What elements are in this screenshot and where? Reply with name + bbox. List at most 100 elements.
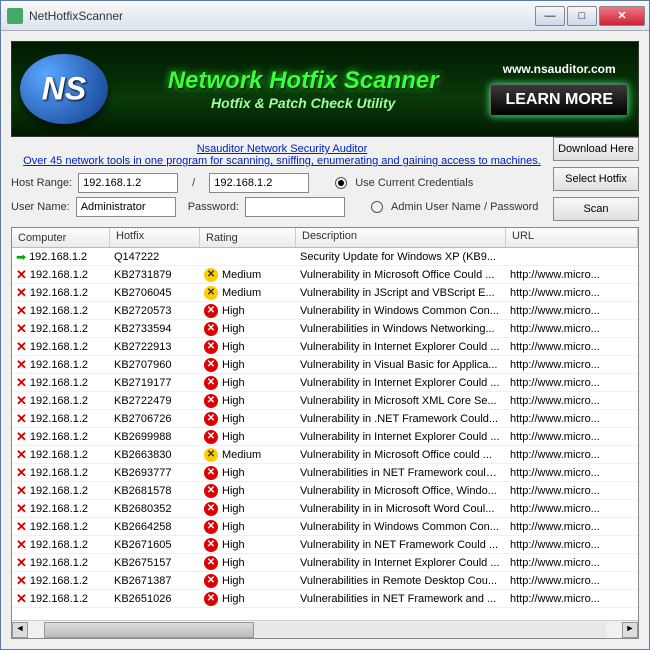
titlebar[interactable]: NetHotfixScanner — □ ✕ bbox=[1, 1, 649, 31]
cell-url: http://www.micro... bbox=[506, 593, 638, 605]
scroll-left-icon[interactable]: ◄ bbox=[12, 622, 28, 638]
cell-url: http://www.micro... bbox=[506, 305, 638, 317]
user-name-label: User Name: bbox=[11, 201, 70, 213]
select-hotfix-button[interactable]: Select Hotfix bbox=[553, 167, 639, 191]
cell-description: Vulnerabilities in NET Framework could .… bbox=[296, 467, 506, 479]
cell-computer: 192.168.1.2 bbox=[30, 557, 88, 569]
cell-description: Vulnerability in Internet Explorer Could… bbox=[296, 377, 506, 389]
rating-high-icon: ✕ bbox=[204, 322, 218, 336]
cell-description: Vulnerability in in Microsoft Word Coul.… bbox=[296, 503, 506, 515]
status-missing-icon: ✕ bbox=[16, 502, 27, 515]
rating-label: Medium bbox=[222, 287, 261, 299]
table-row[interactable]: ✕192.168.1.2KB2731879✕MediumVulnerabilit… bbox=[12, 266, 638, 284]
cell-url: http://www.micro... bbox=[506, 395, 638, 407]
status-missing-icon: ✕ bbox=[16, 268, 27, 281]
cell-hotfix: KB2722479 bbox=[110, 395, 200, 407]
status-missing-icon: ✕ bbox=[16, 430, 27, 443]
rating-label: High bbox=[222, 503, 245, 515]
table-row[interactable]: ✕192.168.1.2KB2706045✕MediumVulnerabilit… bbox=[12, 284, 638, 302]
scroll-thumb[interactable] bbox=[44, 622, 254, 638]
cell-description: Vulnerability in Microsoft Office, Windo… bbox=[296, 485, 506, 497]
cell-hotfix: KB2671387 bbox=[110, 575, 200, 587]
cell-url: http://www.micro... bbox=[506, 287, 638, 299]
scroll-right-icon[interactable]: ► bbox=[622, 622, 638, 638]
host-to-input[interactable] bbox=[209, 173, 309, 193]
table-row[interactable]: ✕192.168.1.2KB2706726✕HighVulnerability … bbox=[12, 410, 638, 428]
col-description[interactable]: Description bbox=[296, 228, 506, 247]
cell-computer: 192.168.1.2 bbox=[30, 539, 88, 551]
rating-label: High bbox=[222, 359, 245, 371]
cell-hotfix: KB2699988 bbox=[110, 431, 200, 443]
table-row[interactable]: ✕192.168.1.2KB2722913✕HighVulnerability … bbox=[12, 338, 638, 356]
status-missing-icon: ✕ bbox=[16, 358, 27, 371]
banner: Network Hotfix Scanner Hotfix & Patch Ch… bbox=[11, 41, 639, 137]
cell-description: Security Update for Windows XP (KB9... bbox=[296, 251, 506, 263]
cell-url: http://www.micro... bbox=[506, 449, 638, 461]
learn-more-button[interactable]: LEARN MORE bbox=[490, 84, 628, 116]
table-row[interactable]: ✕192.168.1.2KB2664258✕HighVulnerability … bbox=[12, 518, 638, 536]
table-row[interactable]: ✕192.168.1.2KB2671605✕HighVulnerability … bbox=[12, 536, 638, 554]
status-missing-icon: ✕ bbox=[16, 574, 27, 587]
cell-description: Vulnerability in Visual Basic for Applic… bbox=[296, 359, 506, 371]
rating-high-icon: ✕ bbox=[204, 556, 218, 570]
host-from-input[interactable] bbox=[78, 173, 178, 193]
cell-url: http://www.micro... bbox=[506, 575, 638, 587]
app-icon bbox=[7, 8, 23, 24]
table-row[interactable]: ➡192.168.1.2Q147222Security Update for W… bbox=[12, 248, 638, 266]
cell-computer: 192.168.1.2 bbox=[30, 593, 88, 605]
cell-hotfix: KB2651026 bbox=[110, 593, 200, 605]
cell-url: http://www.micro... bbox=[506, 413, 638, 425]
rating-high-icon: ✕ bbox=[204, 574, 218, 588]
download-button[interactable]: Download Here bbox=[553, 137, 639, 161]
radio-admin-credentials[interactable] bbox=[371, 201, 383, 213]
status-missing-icon: ✕ bbox=[16, 304, 27, 317]
table-row[interactable]: ✕192.168.1.2KB2722479✕HighVulnerability … bbox=[12, 392, 638, 410]
cell-hotfix: KB2693777 bbox=[110, 467, 200, 479]
cell-hotfix: Q147222 bbox=[110, 251, 200, 263]
cell-hotfix: KB2719177 bbox=[110, 377, 200, 389]
table-row[interactable]: ✕192.168.1.2KB2680352✕HighVulnerability … bbox=[12, 500, 638, 518]
table-row[interactable]: ✕192.168.1.2KB2707960✕HighVulnerability … bbox=[12, 356, 638, 374]
rating-label: High bbox=[222, 557, 245, 569]
link-tools[interactable]: Over 45 network tools in one program for… bbox=[23, 155, 541, 167]
close-button[interactable]: ✕ bbox=[599, 6, 645, 26]
col-computer[interactable]: Computer bbox=[12, 228, 110, 247]
rating-label: High bbox=[222, 305, 245, 317]
cell-description: Vulnerability in Windows Common Con... bbox=[296, 521, 506, 533]
table-row[interactable]: ✕192.168.1.2KB2733594✕HighVulnerabilitie… bbox=[12, 320, 638, 338]
scan-button[interactable]: Scan bbox=[553, 197, 639, 221]
table-row[interactable]: ✕192.168.1.2KB2663830✕MediumVulnerabilit… bbox=[12, 446, 638, 464]
table-row[interactable]: ✕192.168.1.2KB2651026✕HighVulnerabilitie… bbox=[12, 590, 638, 608]
minimize-button[interactable]: — bbox=[535, 6, 565, 26]
rating-label: High bbox=[222, 341, 245, 353]
cell-computer: 192.168.1.2 bbox=[30, 503, 88, 515]
cell-description: Vulnerability in Internet Explorer Could… bbox=[296, 341, 506, 353]
app-window: NetHotfixScanner — □ ✕ Network Hotfix Sc… bbox=[0, 0, 650, 650]
password-input[interactable] bbox=[245, 197, 345, 217]
maximize-button[interactable]: □ bbox=[567, 6, 597, 26]
status-missing-icon: ✕ bbox=[16, 466, 27, 479]
cell-url: http://www.micro... bbox=[506, 269, 638, 281]
horizontal-scrollbar[interactable]: ◄ ► bbox=[12, 620, 638, 638]
cell-computer: 192.168.1.2 bbox=[30, 323, 88, 335]
radio-current-credentials[interactable] bbox=[335, 177, 347, 189]
rating-label: High bbox=[222, 575, 245, 587]
cell-hotfix: KB2671605 bbox=[110, 539, 200, 551]
table-row[interactable]: ✕192.168.1.2KB2699988✕HighVulnerability … bbox=[12, 428, 638, 446]
col-url[interactable]: URL bbox=[506, 228, 638, 247]
user-name-input[interactable] bbox=[76, 197, 176, 217]
rating-medium-icon: ✕ bbox=[204, 268, 218, 282]
table-row[interactable]: ✕192.168.1.2KB2719177✕HighVulnerability … bbox=[12, 374, 638, 392]
cell-description: Vulnerability in Microsoft XML Core Se..… bbox=[296, 395, 506, 407]
status-missing-icon: ✕ bbox=[16, 592, 27, 605]
col-hotfix[interactable]: Hotfix bbox=[110, 228, 200, 247]
table-row[interactable]: ✕192.168.1.2KB2671387✕HighVulnerabilitie… bbox=[12, 572, 638, 590]
col-rating[interactable]: Rating bbox=[200, 228, 296, 247]
table-row[interactable]: ✕192.168.1.2KB2693777✕HighVulnerabilitie… bbox=[12, 464, 638, 482]
table-row[interactable]: ✕192.168.1.2KB2675157✕HighVulnerability … bbox=[12, 554, 638, 572]
table-row[interactable]: ✕192.168.1.2KB2681578✕HighVulnerability … bbox=[12, 482, 638, 500]
banner-title: Network Hotfix Scanner bbox=[116, 67, 490, 95]
cell-hotfix: KB2707960 bbox=[110, 359, 200, 371]
table-row[interactable]: ✕192.168.1.2KB2720573✕HighVulnerability … bbox=[12, 302, 638, 320]
link-nsauditor[interactable]: Nsauditor Network Security Auditor bbox=[197, 143, 368, 155]
